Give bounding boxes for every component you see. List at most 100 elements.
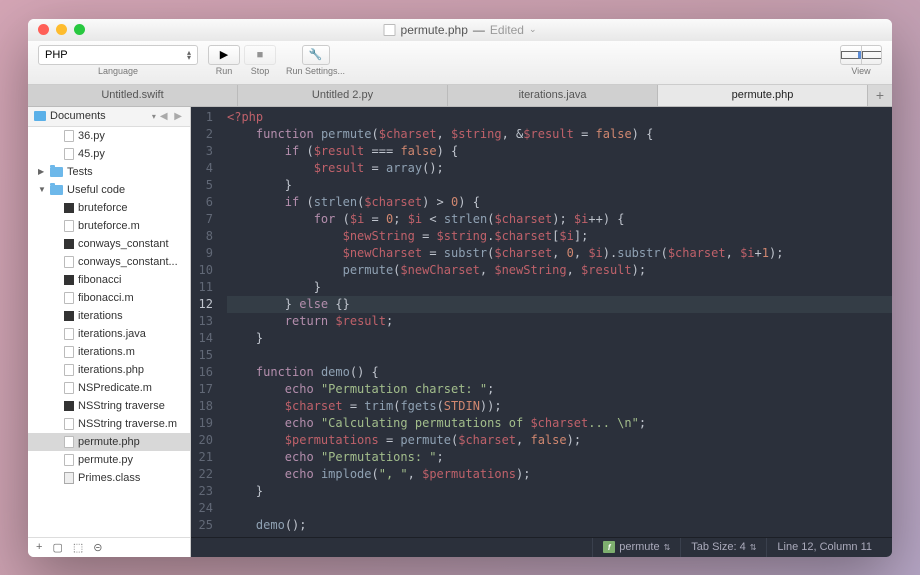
line-number[interactable]: 10 <box>191 262 213 279</box>
view-toggle[interactable] <box>840 45 882 65</box>
window-title[interactable]: permute.php — Edited ⌄ <box>384 23 537 37</box>
line-number[interactable]: 4 <box>191 160 213 177</box>
titlebar[interactable]: permute.php — Edited ⌄ <box>28 19 892 41</box>
line-number[interactable]: 5 <box>191 177 213 194</box>
line-number[interactable]: 1 <box>191 109 213 126</box>
code-line[interactable]: $result = array(); <box>227 160 892 177</box>
line-number[interactable]: 13 <box>191 313 213 330</box>
cursor-position[interactable]: Line 12, Column 11 <box>766 538 882 557</box>
line-number[interactable]: 19 <box>191 415 213 432</box>
code-line[interactable]: } else {} <box>227 296 892 313</box>
code-line[interactable]: $charset = trim(fgets(STDIN)); <box>227 398 892 415</box>
run-button[interactable]: ▶ <box>208 45 240 65</box>
tree-item-iterations-java[interactable]: iterations.java <box>28 325 190 343</box>
nav-arrows[interactable]: ◀ ▶ <box>160 111 184 122</box>
tree-item-nsstring-traverse-m[interactable]: NSString traverse.m <box>28 415 190 433</box>
disclosure-right-icon[interactable]: ▶ <box>38 167 46 176</box>
code-line[interactable]: echo "Calculating permutations of $chars… <box>227 415 892 432</box>
code-line[interactable]: $newString = $string.$charset[$i]; <box>227 228 892 245</box>
code-area[interactable]: 1234567891011121314151617181920212223242… <box>191 107 892 537</box>
line-number[interactable]: 25 <box>191 517 213 534</box>
tab-untitled-2-py[interactable]: Untitled 2.py <box>238 85 448 106</box>
code-line[interactable]: function permute($charset, $string, &$re… <box>227 126 892 143</box>
chevron-down-icon[interactable]: ⌄ <box>529 24 537 35</box>
symbol-selector[interactable]: fpermute⇅ <box>592 538 680 557</box>
line-number[interactable]: 17 <box>191 381 213 398</box>
sidebar-header[interactable]: Documents ▾ ◀ ▶ <box>28 107 190 127</box>
code-line[interactable]: return $result; <box>227 313 892 330</box>
code-line[interactable]: echo "Permutations: "; <box>227 449 892 466</box>
close-icon[interactable] <box>38 24 49 35</box>
tree-item-bruteforce-m[interactable]: bruteforce.m <box>28 217 190 235</box>
disclosure-down-icon[interactable]: ▼ <box>38 185 46 194</box>
code-content[interactable]: <?php function permute($charset, $string… <box>219 107 892 537</box>
code-line[interactable]: } <box>227 330 892 347</box>
add-button[interactable]: + <box>36 541 42 553</box>
code-line[interactable]: $newCharset = substr($charset, 0, $i).su… <box>227 245 892 262</box>
line-number[interactable]: 8 <box>191 228 213 245</box>
run-settings-button[interactable]: 🔧 <box>302 45 330 65</box>
code-line[interactable]: echo "Permutation charset: "; <box>227 381 892 398</box>
code-line[interactable] <box>227 500 892 517</box>
code-line[interactable]: } <box>227 177 892 194</box>
code-line[interactable]: if (strlen($charset) > 0) { <box>227 194 892 211</box>
minimize-icon[interactable] <box>56 24 67 35</box>
line-number[interactable]: 7 <box>191 211 213 228</box>
tab-iterations-java[interactable]: iterations.java <box>448 85 658 106</box>
tree-item-nsstring-traverse[interactable]: NSString traverse <box>28 397 190 415</box>
tree-item-tests[interactable]: ▶Tests <box>28 163 190 181</box>
line-number[interactable]: 24 <box>191 500 213 517</box>
line-number[interactable]: 15 <box>191 347 213 364</box>
trash-icon[interactable]: ⬚ <box>73 541 83 554</box>
code-line[interactable]: echo implode(", ", $permutations); <box>227 466 892 483</box>
action-icon[interactable]: ⊝ <box>93 541 102 554</box>
line-number[interactable]: 21 <box>191 449 213 466</box>
tree-item-useful-code[interactable]: ▼Useful code <box>28 181 190 199</box>
tree-item-fibonacci-m[interactable]: fibonacci.m <box>28 289 190 307</box>
code-line[interactable]: demo(); <box>227 517 892 534</box>
tree-item-iterations[interactable]: iterations <box>28 307 190 325</box>
line-number[interactable]: 6 <box>191 194 213 211</box>
code-line[interactable]: } <box>227 279 892 296</box>
language-select[interactable]: PHP ▴▾ <box>38 45 198 65</box>
code-line[interactable]: if ($result === false) { <box>227 143 892 160</box>
line-number[interactable]: 9 <box>191 245 213 262</box>
line-number[interactable]: 18 <box>191 398 213 415</box>
line-number[interactable]: 2 <box>191 126 213 143</box>
tree-item-bruteforce[interactable]: bruteforce <box>28 199 190 217</box>
tree-item-fibonacci[interactable]: fibonacci <box>28 271 190 289</box>
tree-item-permute-php[interactable]: permute.php <box>28 433 190 451</box>
new-tab-button[interactable]: + <box>868 85 892 106</box>
tree-item-permute-py[interactable]: permute.py <box>28 451 190 469</box>
tree-item-conways_constant[interactable]: conways_constant <box>28 235 190 253</box>
line-number[interactable]: 11 <box>191 279 213 296</box>
code-line[interactable]: <?php <box>227 109 892 126</box>
code-line[interactable]: } <box>227 483 892 500</box>
tab-size-selector[interactable]: Tab Size: 4⇅ <box>680 538 766 557</box>
code-line[interactable]: permute($newCharset, $newString, $result… <box>227 262 892 279</box>
line-number[interactable]: 12 <box>191 296 213 313</box>
tree-item-iterations-php[interactable]: iterations.php <box>28 361 190 379</box>
tree-item-iterations-m[interactable]: iterations.m <box>28 343 190 361</box>
line-number[interactable]: 14 <box>191 330 213 347</box>
maximize-icon[interactable] <box>74 24 85 35</box>
line-number[interactable]: 3 <box>191 143 213 160</box>
tree-item-primes-class[interactable]: Primes.class <box>28 469 190 487</box>
code-line[interactable] <box>227 347 892 364</box>
tree-item-36-py[interactable]: 36.py <box>28 127 190 145</box>
code-line[interactable]: for ($i = 0; $i < strlen($charset); $i++… <box>227 211 892 228</box>
line-gutter[interactable]: 1234567891011121314151617181920212223242… <box>191 107 219 537</box>
tab-permute-php[interactable]: permute.php <box>658 85 868 106</box>
tab-untitled-swift[interactable]: Untitled.swift <box>28 85 238 106</box>
tree-item-nspredicate-m[interactable]: NSPredicate.m <box>28 379 190 397</box>
new-folder-icon[interactable]: ▢ <box>52 541 62 554</box>
tree-item-conways_constant-[interactable]: conways_constant... <box>28 253 190 271</box>
code-line[interactable]: $permutations = permute($charset, false)… <box>227 432 892 449</box>
line-number[interactable]: 23 <box>191 483 213 500</box>
line-number[interactable]: 20 <box>191 432 213 449</box>
stop-button[interactable]: ■ <box>244 45 276 65</box>
line-number[interactable]: 16 <box>191 364 213 381</box>
line-number[interactable]: 22 <box>191 466 213 483</box>
tree-item-45-py[interactable]: 45.py <box>28 145 190 163</box>
code-line[interactable]: function demo() { <box>227 364 892 381</box>
